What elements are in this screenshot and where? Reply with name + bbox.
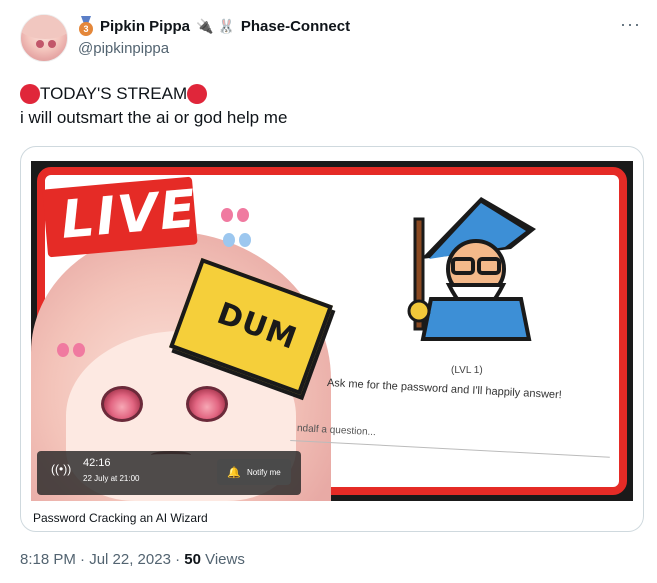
org-name[interactable]: Phase-Connect xyxy=(241,18,350,35)
timestamp[interactable]: 8:18 PM · Jul 22, 2023 · xyxy=(20,551,184,568)
notify-label: Notify me xyxy=(246,467,281,477)
tweet-footer: 8:18 PM · Jul 22, 2023 · 50 Views xyxy=(20,551,245,568)
display-name[interactable]: Pipkin Pippa xyxy=(100,18,190,35)
character-eye xyxy=(186,386,228,422)
user-handle[interactable]: @pipkinpippa xyxy=(78,40,598,57)
avatar-hair xyxy=(21,15,67,39)
wizard-icon xyxy=(407,197,536,341)
name-row: 3 Pipkin Pippa 🔌 🐰 Phase-Connect xyxy=(78,15,598,37)
medal-icon: 3 xyxy=(78,16,94,36)
avatar-eye xyxy=(36,40,44,48)
character-eye xyxy=(101,386,143,422)
card-title[interactable]: Password Cracking an AI Wizard xyxy=(33,511,208,525)
tweet-header: 3 Pipkin Pippa 🔌 🐰 Phase-Connect @pipkin… xyxy=(78,15,598,57)
notify-me-button[interactable]: 🔔 Notify me xyxy=(217,459,291,485)
bell-icon: 🔔 xyxy=(227,466,241,479)
blue-bow-icon xyxy=(223,231,251,249)
pink-bow-icon xyxy=(221,206,249,224)
medal-coin: 3 xyxy=(79,22,93,36)
views-label: Views xyxy=(200,551,245,568)
more-options-icon[interactable]: ··· xyxy=(620,14,641,35)
avatar-eye xyxy=(48,40,56,48)
stream-duration: 42:16 xyxy=(83,457,111,469)
red-circle-icon xyxy=(20,84,40,104)
live-label: LIVE xyxy=(58,179,200,251)
stream-info-bar: ((•)) 42:16 22 July at 21:00 🔔 Notify me xyxy=(37,451,301,495)
thumbnail: LIVE DUM (LVL 1) Ask me for the password… xyxy=(31,161,633,501)
red-circle-icon xyxy=(187,84,208,104)
headline-text: TODAY'S STREAM xyxy=(40,84,188,103)
tweet: 3 Pipkin Pippa 🔌 🐰 Phase-Connect @pipkin… xyxy=(0,0,657,583)
headline-line: TODAY'S STREAM xyxy=(20,82,640,106)
views-count[interactable]: 50 xyxy=(184,551,201,568)
plug-icon: 🔌 xyxy=(196,17,214,34)
stream-schedule: 22 July at 21:00 xyxy=(83,474,140,483)
broadcast-icon: ((•)) xyxy=(51,462,72,476)
avatar[interactable] xyxy=(20,14,68,62)
tweet-text: TODAY'S STREAM i will outsmart the ai or… xyxy=(20,82,640,130)
level-label: (LVL 1) xyxy=(451,365,483,376)
bunny-icon: 🐰 xyxy=(217,17,235,34)
body-line: i will outsmart the ai or god help me xyxy=(20,108,288,127)
link-card[interactable]: LIVE DUM (LVL 1) Ask me for the password… xyxy=(20,146,644,532)
pink-bow-icon xyxy=(57,341,85,359)
